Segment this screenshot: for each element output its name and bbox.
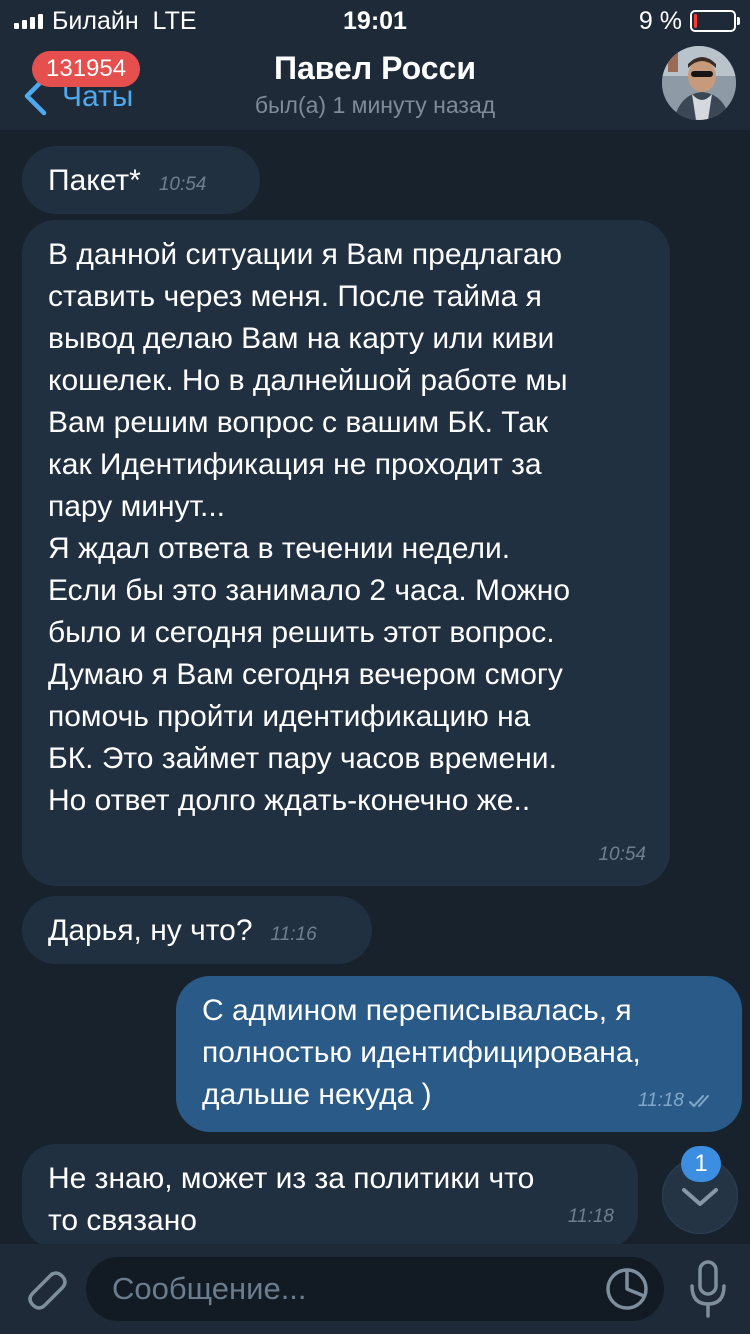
chat-screen: Билайн LTE 19:01 9 % Чаты 131954 Павел Р… [0, 0, 750, 1334]
message-time: 11:16 [270, 924, 317, 945]
new-messages-badge: 1 [681, 1146, 721, 1182]
sticker-icon[interactable] [604, 1266, 650, 1312]
message-incoming[interactable]: Дарья, ну что? 11:16 [22, 896, 372, 964]
avatar[interactable] [662, 46, 736, 120]
last-seen-status: был(а) 1 минуту назад [254, 92, 496, 118]
battery-fill [694, 14, 697, 28]
message-text: Пакет* [48, 164, 141, 197]
message-time: 11:18 [637, 1090, 684, 1111]
message-incoming[interactable]: Пакет* 10:54 [22, 146, 260, 214]
message-text: Не знаю, может из за политики что то свя… [48, 1162, 535, 1237]
status-time: 19:01 [343, 7, 407, 35]
message-text: Дарья, ну что? [48, 914, 253, 947]
status-bar: Билайн LTE 19:01 9 % [0, 0, 750, 40]
message-text: В данной ситуации я Вам предлагаю ставит… [48, 238, 571, 817]
composer-bar [0, 1244, 750, 1334]
paperclip-icon[interactable] [16, 1260, 72, 1316]
avatar-photo [662, 46, 736, 120]
message-input[interactable] [86, 1257, 664, 1321]
message-time: 10:54 [158, 174, 207, 195]
double-check-icon [689, 1095, 709, 1108]
message-incoming[interactable]: Не знаю, может из за политики что то свя… [22, 1144, 638, 1248]
chat-title[interactable]: Павел Росси [0, 50, 750, 87]
message-meta: 11:18 [638, 1080, 718, 1122]
message-meta: 11:18 [568, 1196, 614, 1238]
message-incoming[interactable]: В данной ситуации я Вам предлагаю ставит… [22, 220, 670, 886]
message-outgoing[interactable]: С админом переписывалась, я полностью ид… [176, 976, 742, 1132]
battery-icon [690, 10, 740, 32]
chat-header: Чаты 131954 Павел Росси был(а) 1 минуту … [0, 40, 750, 130]
message-time: 10:54 [598, 844, 646, 865]
battery-percent: 9 % [638, 7, 682, 35]
message-time: 11:18 [567, 1206, 614, 1227]
message-meta: 10:54 [598, 834, 646, 876]
microphone-icon[interactable] [684, 1258, 732, 1320]
